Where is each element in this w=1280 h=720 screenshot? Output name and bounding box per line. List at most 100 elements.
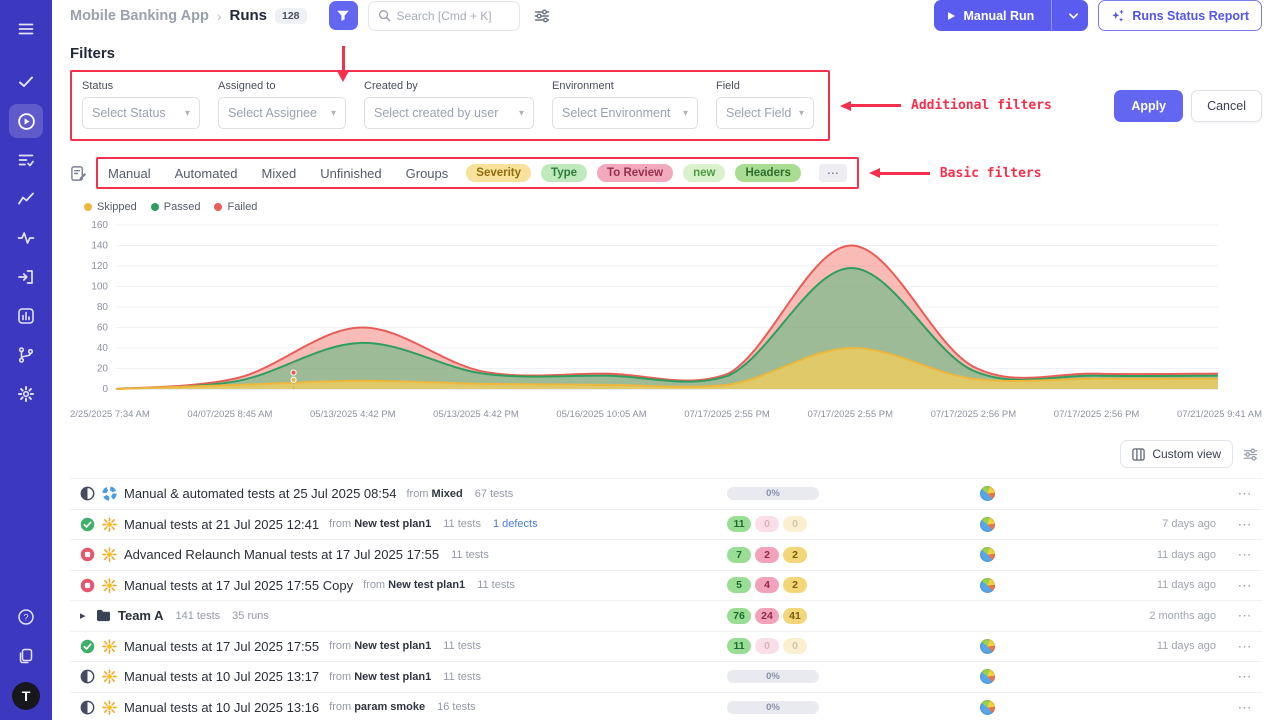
filter-toggle-button[interactable] [329, 1, 358, 30]
manual-run-button[interactable]: Manual Run [934, 0, 1088, 31]
result-badges: 762441 [727, 608, 807, 624]
sidebar-item-runs[interactable] [9, 104, 43, 138]
x-axis-label: 07/17/2025 2:55 PM [807, 409, 893, 420]
result-badges: 542 [727, 577, 807, 593]
filter-tag[interactable]: new [683, 164, 725, 182]
sidebar-item-tests[interactable] [9, 65, 43, 99]
status-inprogress-icon [80, 486, 96, 501]
search-adjustments-button[interactable] [530, 4, 554, 28]
app-logo[interactable]: T [12, 682, 40, 710]
filter-field-status: StatusSelect Status▾ [82, 80, 200, 129]
row-menu-button[interactable]: ⋯ [1230, 485, 1260, 502]
run-metrics: 1100 [727, 638, 912, 654]
docs-button[interactable] [9, 639, 43, 673]
breadcrumb-project[interactable]: Mobile Banking App [70, 8, 209, 24]
sidebar-item-plans[interactable] [9, 143, 43, 177]
row-menu-button[interactable]: ⋯ [1230, 546, 1260, 563]
row-menu-button[interactable]: ⋯ [1230, 607, 1260, 624]
run-from-word: from [329, 518, 351, 530]
main-area: Mobile Banking App › Runs 128 Manual Run [52, 0, 1280, 720]
filter-select[interactable]: Select Field▾ [716, 97, 814, 129]
run-row[interactable]: Manual & automated tests at 25 Jul 2025 … [70, 478, 1262, 509]
run-time: 7 days ago [1062, 518, 1230, 530]
run-title[interactable]: Manual tests at 10 Jul 2025 13:16 [124, 700, 319, 715]
run-time: 11 days ago [1062, 579, 1230, 591]
more-filters-button[interactable]: ⋯ [819, 164, 847, 182]
run-from: from New test plan1 [329, 518, 431, 530]
basic-filter-tab-mixed[interactable]: Mixed [262, 166, 297, 181]
badge-skipped: 0 [783, 638, 807, 654]
sidebar-item-reports[interactable] [9, 299, 43, 333]
run-from-name: New test plan1 [354, 518, 431, 530]
run-row[interactable]: Manual tests at 17 Jul 2025 17:55 Copy f… [70, 570, 1262, 601]
run-time: 11 days ago [1062, 549, 1230, 561]
funnel-icon [336, 9, 350, 23]
browser-env-icon [980, 669, 995, 684]
row-menu-button[interactable]: ⋯ [1230, 699, 1260, 716]
run-tests-count: 11 tests [451, 549, 489, 561]
run-title[interactable]: Manual & automated tests at 25 Jul 2025 … [124, 486, 396, 501]
run-row[interactable]: Manual tests at 10 Jul 2025 13:17 from N… [70, 661, 1262, 692]
breadcrumb-separator-icon: › [217, 8, 222, 24]
browser-env-icon [980, 547, 995, 562]
group-chevron-icon[interactable]: ▸ [80, 609, 90, 622]
run-title[interactable]: Manual tests at 21 Jul 2025 12:41 [124, 517, 319, 532]
annotation-basic-filters: Basic filters [869, 166, 1042, 181]
import-icon [17, 268, 35, 286]
run-row[interactable]: Manual tests at 10 Jul 2025 13:16 from p… [70, 692, 1262, 720]
run-row[interactable]: Manual tests at 21 Jul 2025 12:41 from N… [70, 509, 1262, 540]
legend-item-failed[interactable]: Failed [214, 201, 257, 213]
sidebar-item-settings[interactable] [9, 377, 43, 411]
basic-filter-tab-automated[interactable]: Automated [175, 166, 238, 181]
sidebar-menu-button[interactable] [9, 12, 43, 46]
run-title[interactable]: Team A [118, 608, 164, 623]
select-runs-icon[interactable] [70, 165, 87, 182]
sidebar-item-activity[interactable] [9, 221, 43, 255]
defects-link[interactable]: 1 defects [493, 518, 538, 530]
filter-select[interactable]: Select Assignee▾ [218, 97, 346, 129]
filter-select[interactable]: Select Environment▾ [552, 97, 698, 129]
filter-tag[interactable]: Severity [466, 164, 531, 182]
basic-filter-tab-groups[interactable]: Groups [406, 166, 449, 181]
sun-icon [102, 669, 118, 684]
row-menu-button[interactable]: ⋯ [1230, 638, 1260, 655]
filter-tag[interactable]: Type [541, 164, 587, 182]
search-box[interactable] [368, 1, 520, 31]
basic-filter-tab-manual[interactable]: Manual [108, 166, 151, 181]
run-title[interactable]: Manual tests at 10 Jul 2025 13:17 [124, 669, 319, 684]
x-axis-label: 05/13/2025 4:42 PM [433, 409, 519, 420]
custom-view-button[interactable]: Custom view [1120, 440, 1233, 468]
annotation-additional-filters: Additional filters [840, 98, 1052, 113]
play-circle-icon [17, 112, 36, 131]
search-input[interactable] [397, 9, 507, 23]
cancel-button[interactable]: Cancel [1191, 90, 1262, 122]
run-tests-count: 11 tests [477, 579, 515, 591]
filter-tag[interactable]: Headers [735, 164, 800, 182]
legend-item-passed[interactable]: Passed [151, 201, 201, 213]
row-menu-button[interactable]: ⋯ [1230, 577, 1260, 594]
run-time: 2 months ago [1062, 610, 1230, 622]
filter-select[interactable]: Select Status▾ [82, 97, 200, 129]
filter-tag[interactable]: To Review [597, 164, 673, 182]
run-row[interactable]: Advanced Relaunch Manual tests at 17 Jul… [70, 539, 1262, 570]
apply-button[interactable]: Apply [1114, 90, 1183, 122]
run-title[interactable]: Manual tests at 17 Jul 2025 17:55 Copy [124, 578, 353, 593]
run-title[interactable]: Manual tests at 17 Jul 2025 17:55 [124, 639, 319, 654]
run-title[interactable]: Advanced Relaunch Manual tests at 17 Jul… [124, 547, 439, 562]
row-menu-button[interactable]: ⋯ [1230, 516, 1260, 533]
view-adjustments-button[interactable] [1239, 443, 1262, 466]
runs-status-report-button[interactable]: Runs Status Report [1098, 0, 1262, 31]
run-row[interactable]: Manual tests at 17 Jul 2025 17:55 from N… [70, 631, 1262, 662]
filter-select[interactable]: Select created by user▾ [364, 97, 534, 129]
help-button[interactable]: ? [9, 600, 43, 634]
x-axis-label: 05/13/2025 4:42 PM [310, 409, 396, 420]
row-menu-button[interactable]: ⋯ [1230, 668, 1260, 685]
legend-item-skipped[interactable]: Skipped [84, 201, 137, 213]
manual-run-dropdown-button[interactable] [1059, 0, 1088, 31]
sidebar-item-branches[interactable] [9, 338, 43, 372]
sidebar-item-analytics[interactable] [9, 182, 43, 216]
run-metrics: 762441 [727, 608, 912, 624]
basic-filter-tab-unfinished[interactable]: Unfinished [320, 166, 381, 181]
sidebar-item-import[interactable] [9, 260, 43, 294]
run-row[interactable]: ▸ Team A 141 tests 35 runs 762441 2 mont… [70, 600, 1262, 631]
